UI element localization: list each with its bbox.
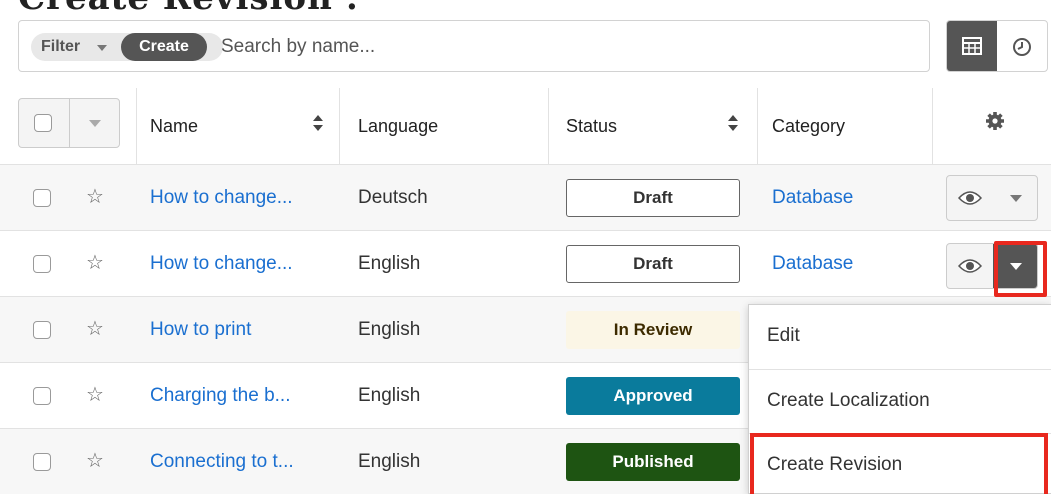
favorite-star-icon[interactable]: ☆ <box>86 316 104 341</box>
record-name-link[interactable]: How to print <box>150 319 251 341</box>
row-checkbox[interactable] <box>33 321 51 339</box>
menu-item-edit[interactable]: Edit <box>749 305 1051 369</box>
column-header-status[interactable]: Status <box>566 116 617 137</box>
record-category-link[interactable]: Database <box>772 187 853 209</box>
status-badge: Approved <box>566 377 740 415</box>
search-input[interactable] <box>221 31 821 63</box>
activity-stream-button[interactable] <box>997 21 1047 71</box>
record-language: English <box>358 451 421 472</box>
record-category-link[interactable]: Database <box>772 253 853 275</box>
activity-stream-icon <box>1013 38 1031 56</box>
eye-icon <box>958 259 982 273</box>
row-actions <box>946 175 1038 221</box>
row-checkbox[interactable] <box>33 453 51 471</box>
menu-item-create-localization[interactable]: Create Localization <box>749 369 1051 433</box>
actions-toggle-highlight <box>994 241 1047 297</box>
table-row: ☆ How to change... English Draft Databas… <box>0 230 1051 296</box>
record-language: English <box>358 385 421 406</box>
preview-button[interactable] <box>947 176 993 220</box>
mass-select-group <box>18 98 120 148</box>
gear-icon[interactable] <box>985 111 1005 131</box>
record-name-link[interactable]: Connecting to t... <box>150 451 294 473</box>
table-header-row: Name Language Status Category <box>0 88 1051 164</box>
row-checkbox[interactable] <box>33 387 51 405</box>
record-language: English <box>358 319 421 340</box>
filter-search-box: Filter Create <box>18 20 930 72</box>
mass-actions-chevron-down-icon[interactable] <box>89 120 101 127</box>
preview-button[interactable] <box>947 244 993 288</box>
record-name-link[interactable]: How to change... <box>150 187 293 209</box>
favorite-star-icon[interactable]: ☆ <box>86 382 104 407</box>
page-heading: Create Revision : <box>18 0 359 18</box>
row-checkbox[interactable] <box>33 255 51 273</box>
column-header-language[interactable]: Language <box>358 116 438 137</box>
status-badge: Draft <box>566 245 740 283</box>
favorite-star-icon[interactable]: ☆ <box>86 184 104 209</box>
status-badge: Published <box>566 443 740 481</box>
create-revision-highlight <box>750 433 1048 494</box>
favorite-star-icon[interactable]: ☆ <box>86 448 104 473</box>
menu-item-label: Edit <box>767 325 800 346</box>
menu-item-label: Create Localization <box>767 390 930 411</box>
record-language: English <box>358 253 421 274</box>
list-toolbar: Filter Create <box>18 20 1048 72</box>
table-row: ☆ How to change... Deutsch Draft Databas… <box>0 164 1051 230</box>
row-actions-toggle[interactable] <box>993 176 1037 220</box>
sort-name-icon[interactable] <box>312 114 324 132</box>
record-name-link[interactable]: How to change... <box>150 253 293 275</box>
favorite-star-icon[interactable]: ☆ <box>86 250 104 275</box>
list-view-icon <box>962 37 982 55</box>
sort-status-icon[interactable] <box>727 114 739 132</box>
filter-button[interactable]: Filter <box>41 38 80 56</box>
chevron-down-icon <box>1010 195 1022 202</box>
eye-icon <box>958 191 982 205</box>
record-language: Deutsch <box>358 187 428 208</box>
row-checkbox[interactable] <box>33 189 51 207</box>
status-badge: Draft <box>566 179 740 217</box>
record-name-link[interactable]: Charging the b... <box>150 385 290 407</box>
select-all-checkbox[interactable] <box>34 114 52 132</box>
status-badge: In Review <box>566 311 740 349</box>
column-header-name[interactable]: Name <box>150 116 198 137</box>
list-view-button[interactable] <box>947 21 997 71</box>
filter-chevron-down-icon[interactable] <box>97 45 107 51</box>
create-filter-button[interactable]: Create <box>121 33 207 61</box>
view-toggle-group <box>946 20 1048 72</box>
column-header-category[interactable]: Category <box>772 116 845 137</box>
